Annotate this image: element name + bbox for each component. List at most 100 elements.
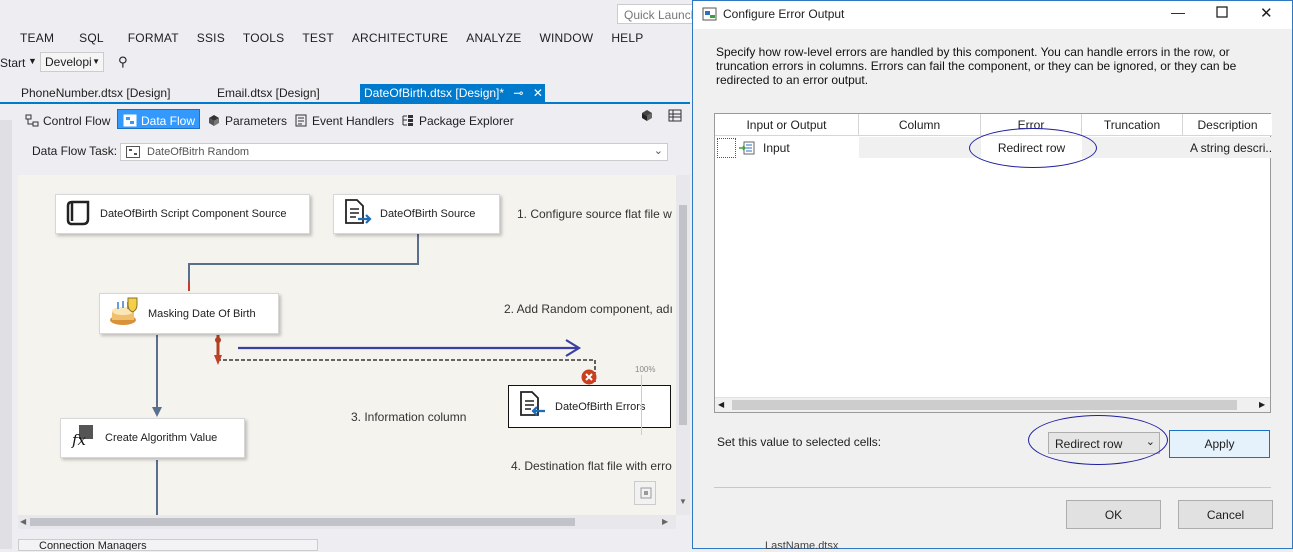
cake-icon bbox=[108, 296, 140, 331]
background-tab-lastname: LastName.dtsx bbox=[765, 540, 839, 552]
scroll-thumb[interactable] bbox=[732, 400, 1237, 410]
tab-control-flow[interactable]: Control Flow bbox=[20, 109, 115, 129]
variables-grid-icon[interactable] bbox=[668, 109, 682, 125]
chevron-down-icon: ▼ bbox=[92, 57, 100, 66]
menu-format[interactable]: FORMAT bbox=[114, 28, 189, 50]
dialog-app-icon bbox=[702, 6, 718, 25]
tab-dateofbirth-label: DateOfBirth.dtsx [Design]* bbox=[364, 86, 505, 100]
chevron-left-icon[interactable]: ◀ bbox=[20, 517, 26, 526]
scroll-thumb[interactable] bbox=[30, 518, 575, 526]
canvas-horizontal-scrollbar[interactable]: ◀ ▶ bbox=[18, 515, 676, 529]
configuration-value: Developi bbox=[45, 55, 92, 69]
maximize-icon[interactable] bbox=[1216, 6, 1228, 21]
annotation-1[interactable]: 1. Configure source flat file w bbox=[517, 207, 672, 221]
chevron-left-icon[interactable]: ◀ bbox=[718, 400, 724, 409]
control-flow-icon bbox=[25, 114, 39, 127]
apply-button[interactable]: Apply bbox=[1169, 430, 1270, 458]
ok-button[interactable]: OK bbox=[1066, 500, 1161, 529]
dialog-title: Configure Error Output bbox=[723, 7, 845, 21]
minimize-icon[interactable]: — bbox=[1171, 4, 1185, 20]
column-header-column[interactable]: Column bbox=[859, 114, 981, 136]
annotation-2[interactable]: 2. Add Random component, adı bbox=[504, 302, 673, 316]
tab-data-flow-label: Data Flow bbox=[141, 113, 196, 128]
parameters-icon bbox=[207, 114, 221, 127]
tab-underline bbox=[0, 102, 690, 104]
column-header-input-output[interactable]: Input or Output bbox=[715, 114, 859, 136]
tab-event-handlers[interactable]: Event Handlers bbox=[289, 109, 399, 129]
scroll-thumb[interactable] bbox=[679, 205, 687, 425]
menu-team[interactable]: TEAM bbox=[0, 28, 64, 50]
menu-sql[interactable]: SQL bbox=[64, 28, 114, 50]
cell-description[interactable]: A string descri... bbox=[1183, 137, 1272, 158]
left-dock-edge bbox=[0, 120, 12, 549]
menu-analyze[interactable]: ANALYZE bbox=[458, 28, 531, 50]
data-flow-task-label: Data Flow Task: bbox=[32, 144, 118, 158]
close-icon[interactable]: ✕ bbox=[1260, 4, 1273, 22]
flat-file-destination-icon bbox=[517, 390, 547, 423]
cube-icon[interactable] bbox=[640, 109, 654, 125]
canvas-vertical-scrollbar[interactable]: ▼ bbox=[676, 175, 690, 515]
zoom-track[interactable] bbox=[641, 375, 642, 435]
menu-window[interactable]: WINDOW bbox=[531, 28, 603, 50]
node-algorithm[interactable]: fx Create Algorithm Value bbox=[60, 418, 245, 458]
tab-control-flow-label: Control Flow bbox=[43, 113, 111, 128]
tab-package-explorer-label: Package Explorer bbox=[419, 113, 514, 128]
connection-managers-tab[interactable]: Connection Managers bbox=[18, 539, 318, 551]
configuration-combo[interactable]: Developi ▼ bbox=[40, 52, 104, 72]
highlight-ellipse bbox=[1028, 415, 1168, 465]
cell-column[interactable] bbox=[859, 137, 981, 158]
node-script-component-source[interactable]: DateOfBirth Script Component Source bbox=[55, 194, 310, 234]
node-masking-label: Masking Date Of Birth bbox=[148, 307, 256, 320]
node-masking[interactable]: Masking Date Of Birth bbox=[99, 293, 279, 334]
data-flow-task-combo[interactable]: DateOfBitrh Random ⌄ bbox=[120, 143, 668, 161]
data-flow-icon bbox=[123, 114, 137, 127]
close-icon[interactable]: ✕ bbox=[533, 86, 543, 100]
chevron-right-icon[interactable]: ▶ bbox=[1259, 400, 1265, 409]
tab-event-handlers-label: Event Handlers bbox=[312, 113, 395, 128]
row-selector[interactable] bbox=[717, 138, 736, 158]
cell-truncation[interactable] bbox=[1082, 137, 1183, 158]
tab-data-flow[interactable]: Data Flow bbox=[117, 109, 200, 129]
tab-email[interactable]: Email.dtsx [Design] bbox=[213, 84, 324, 103]
error-icon bbox=[581, 369, 597, 388]
design-canvas[interactable]: DateOfBirth Script Component Source Date… bbox=[18, 175, 676, 515]
grid-horizontal-scrollbar[interactable]: ◀ ▶ bbox=[715, 397, 1270, 412]
tab-phonenumber[interactable]: PhoneNumber.dtsx [Design] bbox=[17, 84, 174, 103]
fit-window-icon bbox=[640, 487, 652, 502]
attach-icon[interactable]: ⚲ bbox=[118, 54, 128, 70]
menu-ssis[interactable]: SSIS bbox=[189, 28, 235, 50]
annotation-4[interactable]: 4. Destination flat file with erro bbox=[511, 459, 672, 473]
chevron-down-icon[interactable]: ▼ bbox=[679, 497, 687, 506]
package-explorer-icon bbox=[401, 114, 415, 127]
cell-input: Input bbox=[763, 141, 790, 155]
annotation-3[interactable]: 3. Information column bbox=[351, 410, 466, 424]
menu-architecture[interactable]: ARCHITECTURE bbox=[344, 28, 458, 50]
zoom-level: 100% bbox=[635, 365, 656, 374]
menu-test[interactable]: TEST bbox=[294, 28, 343, 50]
column-header-description[interactable]: Description bbox=[1183, 114, 1272, 136]
node-source[interactable]: DateOfBirth Source bbox=[333, 194, 500, 234]
fit-to-window-button[interactable] bbox=[634, 481, 656, 505]
tab-dateofbirth[interactable]: DateOfBirth.dtsx [Design]* ⊸ ✕ bbox=[360, 84, 545, 103]
start-button[interactable]: Start bbox=[0, 56, 25, 70]
dialog-title-bar: Configure Error Output — ✕ bbox=[693, 1, 1292, 29]
chevron-down-icon: ⌄ bbox=[653, 145, 663, 157]
chevron-down-icon[interactable]: ▼ bbox=[28, 56, 37, 66]
tab-package-explorer[interactable]: Package Explorer bbox=[396, 109, 519, 129]
configure-error-output-dialog: Configure Error Output — ✕ Specify how r… bbox=[692, 0, 1293, 552]
chevron-right-icon[interactable]: ▶ bbox=[662, 517, 668, 526]
node-errors[interactable]: DateOfBirth Errors bbox=[508, 385, 671, 428]
tab-parameters-label: Parameters bbox=[225, 113, 288, 128]
standard-toolbar: Start ▼ Developi ▼ ⚲ bbox=[0, 52, 700, 74]
table-row[interactable]: Input bbox=[739, 137, 859, 159]
cancel-button[interactable]: Cancel bbox=[1178, 500, 1273, 529]
menu-tools[interactable]: TOOLS bbox=[235, 28, 294, 50]
node-source-label: DateOfBirth Source bbox=[380, 208, 476, 220]
dialog-separator bbox=[714, 487, 1271, 488]
pin-icon[interactable]: ⊸ bbox=[513, 86, 523, 100]
menu-help[interactable]: HELP bbox=[603, 28, 653, 50]
designer-tabs: Control Flow Data Flow Parameters Event … bbox=[16, 105, 692, 131]
column-header-truncation[interactable]: Truncation bbox=[1082, 114, 1183, 136]
tab-parameters[interactable]: Parameters bbox=[202, 109, 292, 129]
highlight-ellipse bbox=[969, 128, 1097, 168]
